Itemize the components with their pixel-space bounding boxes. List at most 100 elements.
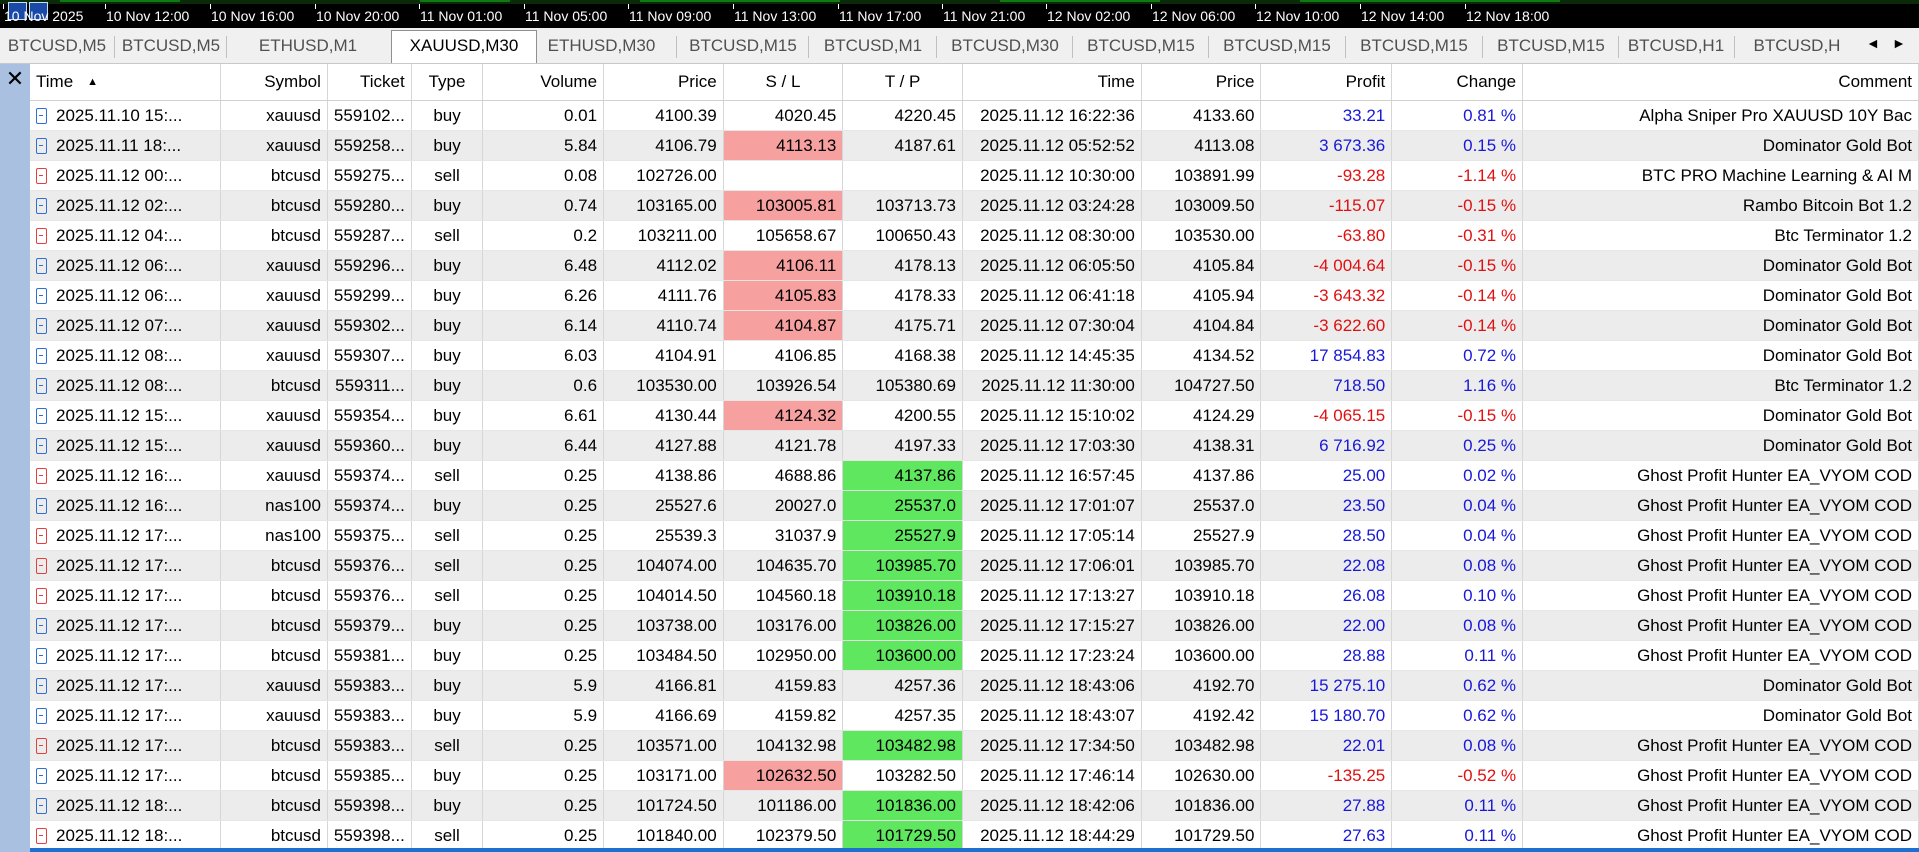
table-row[interactable]: 2025.11.12 07:... xauusd 559302... buy 6.14 4… — [30, 310, 1919, 341]
cell-profit-text: 22.01 — [1342, 735, 1386, 755]
table-row[interactable]: 2025.11.12 17:... btcusd 559383... sell 0.25… — [30, 730, 1919, 761]
cell-comment: Ghost Profit Hunter EA_VYOM COD — [1522, 610, 1919, 641]
table-row[interactable]: 2025.11.12 08:... btcusd 559311... buy 0.6 10… — [30, 370, 1919, 401]
header-col-tp[interactable]: T / P — [842, 64, 963, 101]
cell-ticket-text: 559280... — [333, 195, 405, 215]
cell-profit-text: 15 275.10 — [1309, 675, 1386, 695]
table-row[interactable]: 2025.11.12 17:... xauusd 559383... buy 5.9 41… — [30, 670, 1919, 701]
cell-open-time-text: 2025.11.12 17:... — [56, 585, 183, 605]
table-row[interactable]: 2025.11.12 17:... xauusd 559383... buy 5.9 41… — [30, 700, 1919, 731]
cell-symbol: xauusd — [220, 130, 328, 161]
cell-sl-text: 4159.82 — [774, 705, 837, 725]
tab-chart-6[interactable]: BTCUSD,M15 — [679, 31, 807, 61]
header-col-change[interactable]: Change — [1391, 64, 1524, 101]
cell-close-price-text: 4113.08 — [1194, 135, 1255, 155]
header-col-symbol[interactable]: Symbol — [220, 64, 328, 101]
cell-tp: 4200.55 — [842, 400, 963, 431]
cell-close-price-text: 4138.31 — [1192, 435, 1255, 455]
table-row[interactable]: 2025.11.12 02:... btcusd 559280... buy 0.74 1… — [30, 190, 1919, 221]
cell-volume-text: 0.25 — [563, 555, 598, 575]
tab-scroll-left-icon[interactable]: ◄ — [1866, 35, 1880, 51]
table-row[interactable]: 2025.11.11 18:... xauusd 559258... buy 5.84 4… — [30, 130, 1919, 161]
cell-open-price-text: 103738.00 — [636, 615, 717, 635]
cell-volume: 0.2 — [482, 220, 605, 251]
tab-chart-5[interactable]: ETHUSD,M30 — [529, 31, 674, 61]
header-col-close-time[interactable]: Time — [962, 64, 1142, 101]
cell-tp-text: 103282.50 — [875, 765, 956, 785]
cell-ticket: 559379... — [327, 610, 412, 641]
tab-chart-11[interactable]: BTCUSD,M15 — [1348, 31, 1480, 61]
header-col-type[interactable]: Type — [411, 64, 484, 101]
table-row[interactable]: 2025.11.12 18:... btcusd 559398... sell 0.25… — [30, 820, 1919, 851]
tab-scroll-right-icon[interactable]: ► — [1892, 35, 1906, 51]
cell-close-price-text: 103985.70 — [1174, 555, 1255, 575]
cell-type: buy — [411, 490, 484, 521]
table-row[interactable]: 2025.11.12 17:... btcusd 559376... sell 0.25… — [30, 550, 1919, 581]
cell-open-price: 103165.00 — [603, 190, 724, 221]
cell-change-text: 0.62 % — [1463, 675, 1517, 695]
tab-separator — [226, 36, 227, 58]
tab-chart-12[interactable]: BTCUSD,M15 — [1485, 31, 1617, 61]
table-row[interactable]: 2025.11.10 15:... xauusd 559102... buy 0.01 4… — [30, 100, 1919, 131]
cell-close-price-text: 102630.00 — [1174, 765, 1255, 785]
cell-sl: 4106.85 — [723, 340, 844, 371]
cell-volume: 6.48 — [482, 250, 605, 281]
cell-comment-text: Ghost Profit Hunter EA_VYOM COD — [1637, 615, 1912, 635]
cell-open-price: 103484.50 — [603, 640, 724, 671]
cell-open-time-text: 2025.11.12 06:... — [56, 285, 183, 305]
header-col-open-time[interactable]: Time ▲ — [30, 64, 221, 101]
cell-close-time: 2025.11.12 16:57:45 — [962, 460, 1142, 491]
table-row[interactable]: 2025.11.12 17:... btcusd 559379... buy 0.25 1… — [30, 610, 1919, 641]
table-row[interactable]: 2025.11.12 04:... btcusd 559287... sell 0.2 1… — [30, 220, 1919, 251]
cell-tp-text: 101729.50 — [875, 825, 956, 845]
tab-chart-14[interactable]: BTCUSD,H — [1737, 31, 1857, 61]
tab-chart-2[interactable]: BTCUSD,M5 — [117, 31, 225, 61]
header-col-sl[interactable]: S / L — [723, 64, 844, 101]
table-row[interactable]: 2025.11.12 17:... btcusd 559376... sell 0.25… — [30, 580, 1919, 611]
table-row[interactable]: 2025.11.12 00:... btcusd 559275... sell 0.08… — [30, 160, 1919, 191]
cell-close-price: 4113.08 — [1141, 130, 1262, 161]
cell-type: buy — [411, 700, 484, 731]
header-col-profit[interactable]: Profit — [1260, 64, 1393, 101]
table-row[interactable]: 2025.11.12 15:... xauusd 559360... buy 6.44 4… — [30, 430, 1919, 461]
table-row[interactable]: 2025.11.12 17:... btcusd 559381... buy 0.25 1… — [30, 640, 1919, 671]
tab-chart-10[interactable]: BTCUSD,M15 — [1211, 31, 1343, 61]
tab-chart-1[interactable]: BTCUSD,M5 — [2, 31, 112, 61]
header-label: Type — [428, 72, 466, 91]
cell-comment-text: Dominator Gold Bot — [1762, 315, 1912, 335]
close-icon[interactable]: ✕ — [4, 68, 26, 90]
cell-open-time: 2025.11.12 17:... — [30, 760, 221, 791]
tab-chart-3[interactable]: ETHUSD,M1 — [229, 31, 387, 61]
tab-chart-7[interactable]: BTCUSD,M1 — [811, 31, 935, 61]
header-col-close-price[interactable]: Price — [1141, 64, 1262, 101]
table-row[interactable]: 2025.11.12 15:... xauusd 559354... buy 6.61 4… — [30, 400, 1919, 431]
table-row[interactable]: 2025.11.12 18:... btcusd 559398... buy 0.25 1… — [30, 790, 1919, 821]
tab-chart-8[interactable]: BTCUSD,M30 — [939, 31, 1071, 61]
table-row[interactable]: 2025.11.12 06:... xauusd 559299... buy 6.26 4… — [30, 280, 1919, 311]
cell-open-time-text: 2025.11.12 17:... — [56, 735, 183, 755]
cell-close-time: 2025.11.12 17:06:01 — [962, 550, 1142, 581]
cell-volume-text: 0.25 — [563, 645, 598, 665]
cell-tp-text: 25527.9 — [894, 525, 956, 545]
header-col-open-price[interactable]: Price — [603, 64, 724, 101]
tab-chart-9[interactable]: BTCUSD,M15 — [1075, 31, 1207, 61]
cell-close-time-text: 2025.11.12 06:41:18 — [980, 285, 1135, 305]
cell-open-time-text: 2025.11.12 17:... — [56, 675, 183, 695]
table-row[interactable]: 2025.11.12 17:... btcusd 559385... buy 0.25 1… — [30, 760, 1919, 791]
table-row[interactable]: 2025.11.12 16:... xauusd 559374... sell 0.25… — [30, 460, 1919, 491]
header-col-volume[interactable]: Volume — [482, 64, 605, 101]
cell-close-time: 2025.11.12 17:13:27 — [962, 580, 1142, 611]
header-col-comment[interactable]: Comment — [1522, 64, 1919, 101]
header-col-ticket[interactable]: Ticket — [327, 64, 412, 101]
table-row[interactable]: 2025.11.12 16:... nas100 559374... buy 0.25 2… — [30, 490, 1919, 521]
tab-chart-4[interactable]: XAUUSD,M30 — [391, 30, 537, 63]
cell-close-time: 2025.11.12 18:42:06 — [962, 790, 1142, 821]
table-row[interactable]: 2025.11.12 08:... xauusd 559307... buy 6.03 4… — [30, 340, 1919, 371]
cell-symbol-text: xauusd — [266, 465, 321, 485]
cell-ticket: 559311... — [327, 370, 412, 401]
tab-chart-13[interactable]: BTCUSD,H1 — [1621, 31, 1731, 61]
buy-deal-icon — [36, 767, 47, 784]
cell-sl-text: 102632.50 — [755, 765, 837, 785]
table-row[interactable]: 2025.11.12 17:... nas100 559375... sell 0.25… — [30, 520, 1919, 551]
table-row[interactable]: 2025.11.12 06:... xauusd 559296... buy 6.48 4… — [30, 250, 1919, 281]
